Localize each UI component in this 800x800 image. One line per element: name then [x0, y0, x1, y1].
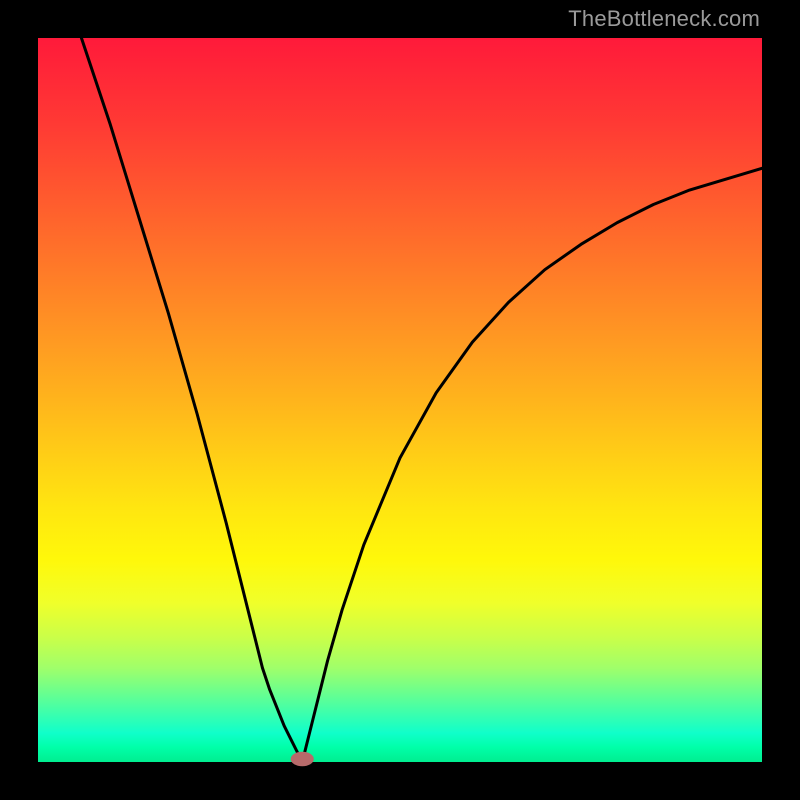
curve-left	[81, 38, 302, 762]
chart-svg	[38, 38, 762, 762]
outer-frame: TheBottleneck.com	[0, 0, 800, 800]
curve-right	[302, 168, 762, 762]
chart-plot-area	[38, 38, 762, 762]
watermark-text: TheBottleneck.com	[568, 6, 760, 32]
minimum-marker	[291, 752, 314, 766]
